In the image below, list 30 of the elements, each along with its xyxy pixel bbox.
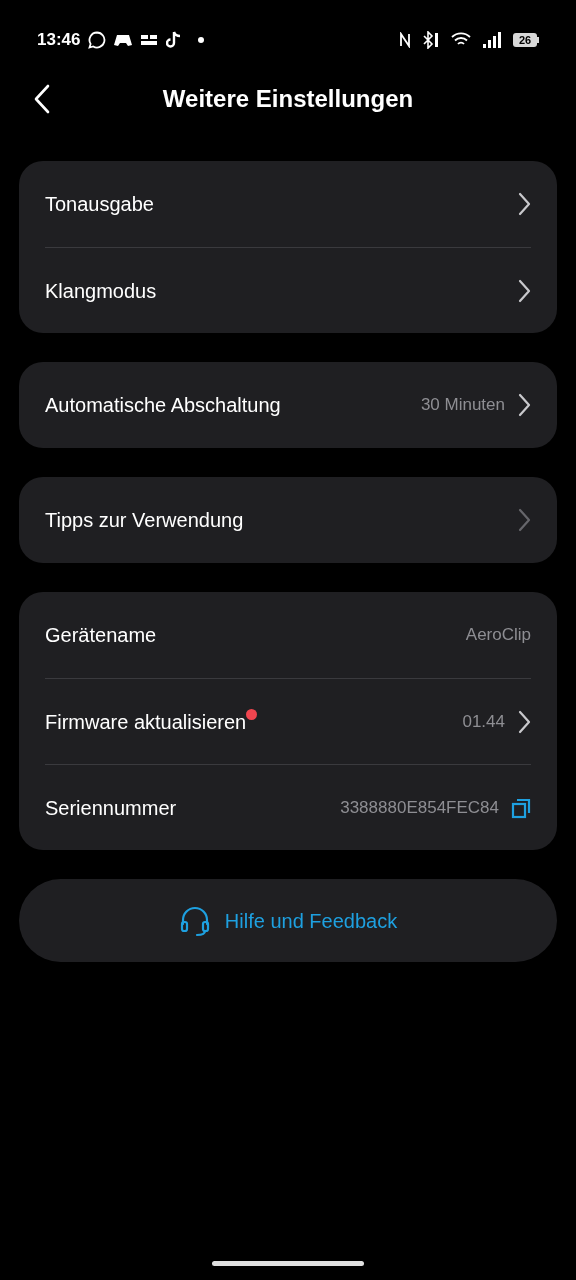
row-label: Automatische Abschaltung bbox=[45, 393, 281, 418]
row-value: 01.44 bbox=[462, 710, 505, 733]
back-icon bbox=[34, 84, 50, 114]
dot-icon bbox=[198, 37, 205, 43]
row-value: 3388880E854FEC84 bbox=[340, 796, 499, 819]
chevron-right-icon bbox=[517, 278, 531, 303]
chevron-right-icon bbox=[517, 192, 531, 216]
signal-icon bbox=[483, 32, 501, 48]
copy-icon[interactable] bbox=[511, 796, 531, 819]
bluetooth-icon bbox=[423, 31, 439, 49]
music-note-icon bbox=[166, 31, 183, 49]
nfc-icon bbox=[399, 32, 411, 48]
row-label: Seriennummer bbox=[45, 795, 177, 821]
app-icon bbox=[140, 33, 159, 47]
row-label: Tonausgabe bbox=[45, 192, 154, 217]
status-time: 13:46 bbox=[37, 29, 81, 52]
row-label: Klangmodus bbox=[45, 278, 157, 304]
row-value: AeroClip bbox=[465, 624, 531, 647]
row-label: Tipps zur Verwendung bbox=[45, 508, 244, 533]
row-label: Firmware aktualisieren bbox=[45, 709, 247, 735]
battery-indicator: 26 bbox=[513, 33, 537, 47]
chevron-right-icon bbox=[517, 393, 531, 417]
page-title: Weitere Einstellungen bbox=[162, 84, 414, 114]
headset-icon bbox=[178, 904, 211, 937]
chevron-right-icon bbox=[517, 709, 531, 734]
chevron-right-icon bbox=[517, 508, 531, 532]
chat-bubble-icon bbox=[88, 31, 107, 49]
help-feedback-button[interactable]: Hilfe und Feedback bbox=[19, 879, 557, 962]
row-value: 30 Minuten bbox=[420, 394, 505, 417]
row-label: Gerätename bbox=[45, 623, 157, 648]
